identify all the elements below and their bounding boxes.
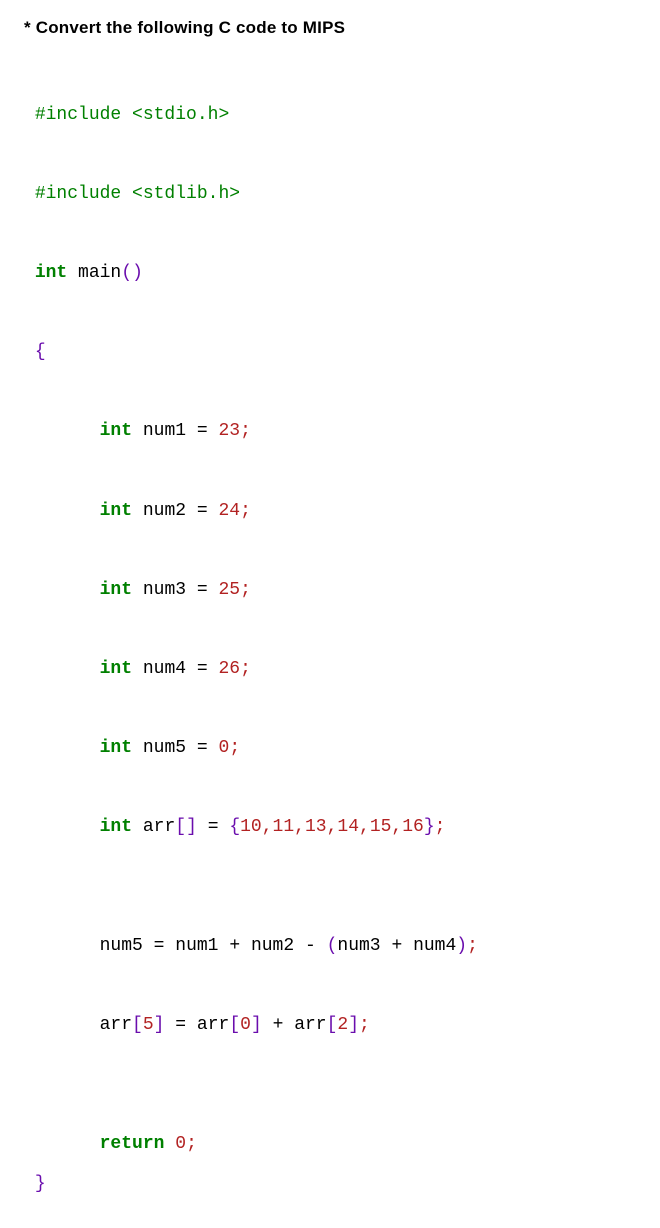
arr-v2: 13 [305,817,327,837]
close-bracket: ] [186,817,197,837]
semicolon: ; [240,421,251,441]
close-brace: } [35,1174,46,1194]
ret-val: 0 [175,1134,186,1154]
op-plus: + [391,936,402,956]
val-num1: 23 [219,421,241,441]
kw-int: int [100,659,132,679]
open-brace: { [35,342,46,362]
id-num5: num5 [143,738,186,758]
close-brace: } [424,817,435,837]
val-num3: 25 [219,580,241,600]
comma: , [327,817,338,837]
decl-num3: int num3 = 25; [24,580,251,600]
op-minus: - [305,936,316,956]
close-bracket: ] [348,1015,359,1035]
op-assign: = [197,738,208,758]
func-signature: int main() [24,263,143,283]
op-plus: + [273,1015,284,1035]
id-num1: num1 [175,936,218,956]
decl-num2: int num2 = 24; [24,501,251,521]
id-num2: num2 [251,936,294,956]
pp-include-stdlib: #include <stdlib.h> [35,184,240,204]
semicolon: ; [467,936,478,956]
idx-5: 5 [143,1015,154,1035]
preprocessor-line: #include <stdio.h> [24,105,229,125]
semicolon: ; [229,738,240,758]
id-num5: num5 [100,936,143,956]
id-num3: num3 [337,936,380,956]
kw-return: return [100,1134,165,1154]
arr-v5: 16 [402,817,424,837]
close-paren: ) [456,936,467,956]
arr-v3: 14 [337,817,359,837]
comma: , [262,817,273,837]
idx-0: 0 [240,1015,251,1035]
semicolon: ; [435,817,446,837]
decl-num4: int num4 = 26; [24,659,251,679]
arr-v0: 10 [240,817,262,837]
val-num5: 0 [219,738,230,758]
semicolon: ; [240,659,251,679]
decl-arr: int arr[] = {10,11,13,14,15,16}; [24,817,445,837]
op-assign: = [197,580,208,600]
open-paren: ( [327,936,338,956]
decl-num1: int num1 = 23; [24,421,251,441]
op-assign: = [208,817,219,837]
decl-num5: int num5 = 0; [24,738,240,758]
val-num2: 24 [219,501,241,521]
stmt-assign-num5: num5 = num1 + num2 - (num3 + num4); [24,936,478,956]
op-assign: = [154,936,165,956]
open-bracket: [ [132,1015,143,1035]
stmt-assign-arr: arr[5] = arr[0] + arr[2]; [24,1015,370,1035]
id-arr: arr [197,1015,229,1035]
kw-int: int [100,738,132,758]
open-bracket: [ [229,1015,240,1035]
comma: , [294,817,305,837]
op-plus: + [229,936,240,956]
stmt-return: return 0; [24,1134,197,1154]
val-num4: 26 [219,659,241,679]
op-assign: = [197,659,208,679]
id-num4: num4 [143,659,186,679]
id-num4: num4 [413,936,456,956]
idx-2: 2 [337,1015,348,1035]
kw-int: int [100,817,132,837]
op-assign: = [197,501,208,521]
code-block: #include <stdio.h> #include <stdlib.h> i… [24,56,636,1204]
kw-int: int [100,501,132,521]
open-brace: { [229,817,240,837]
kw-int: int [100,580,132,600]
open-bracket: [ [175,817,186,837]
id-arr: arr [143,817,175,837]
kw-int: int [35,263,67,283]
arr-v4: 15 [370,817,392,837]
id-main: main [78,263,121,283]
page-title: * Convert the following C code to MIPS [24,18,636,38]
semicolon: ; [240,580,251,600]
semicolon: ; [359,1015,370,1035]
semicolon: ; [186,1134,197,1154]
open-bracket: [ [327,1015,338,1035]
id-num3: num3 [143,580,186,600]
pp-include-stdio: #include <stdio.h> [35,105,229,125]
semicolon: ; [240,501,251,521]
id-arr: arr [294,1015,326,1035]
op-assign: = [197,421,208,441]
arr-v1: 11 [273,817,295,837]
comma: , [391,817,402,837]
id-arr: arr [100,1015,132,1035]
comma: , [359,817,370,837]
id-num2: num2 [143,501,186,521]
id-num1: num1 [143,421,186,441]
kw-int: int [100,421,132,441]
close-paren: ) [132,263,143,283]
open-paren: ( [121,263,132,283]
preprocessor-line: #include <stdlib.h> [24,184,240,204]
op-assign: = [175,1015,186,1035]
close-bracket: ] [154,1015,165,1035]
close-bracket: ] [251,1015,262,1035]
